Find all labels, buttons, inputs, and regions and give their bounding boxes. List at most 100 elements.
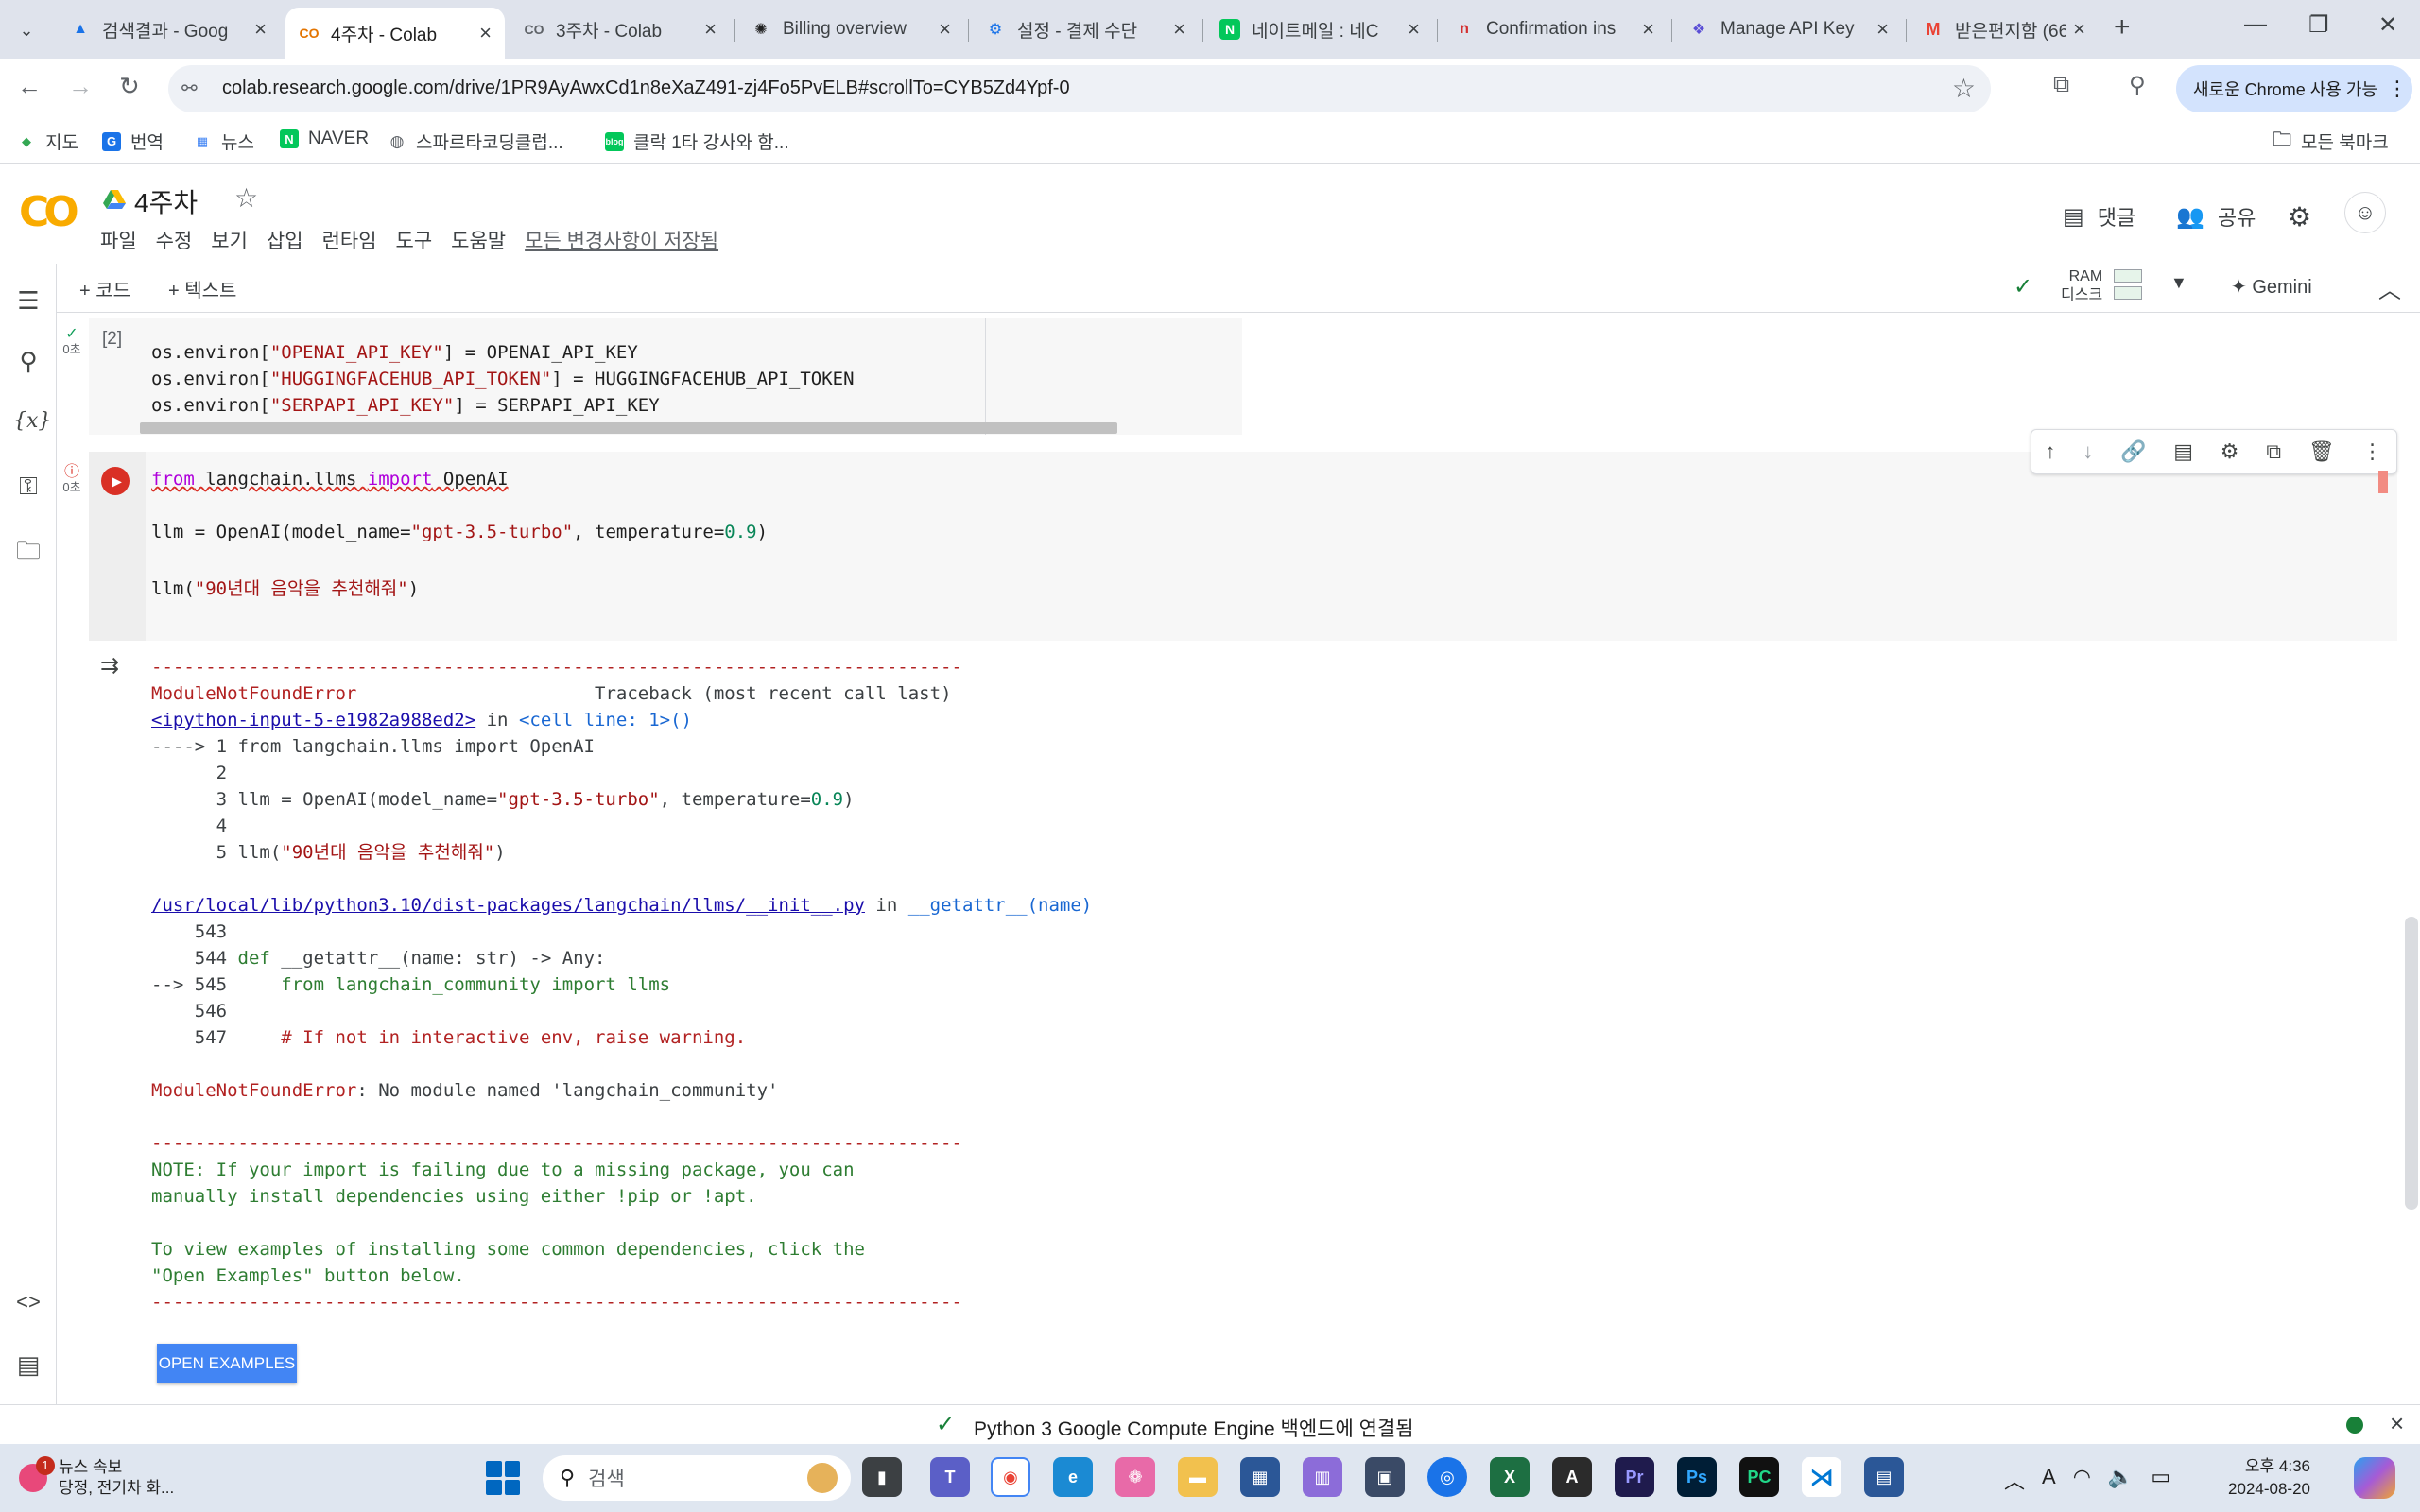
premiere-icon[interactable]: Pr [1615, 1457, 1654, 1497]
terminal-icon[interactable]: ▤ [13, 1350, 43, 1380]
battery-icon[interactable]: ▭ [2151, 1465, 2170, 1495]
app-window-icon[interactable]: ▣ [1365, 1457, 1405, 1497]
extensions-icon[interactable]: ⧉ [2053, 72, 2069, 98]
menu-tools[interactable]: 도구 [396, 226, 433, 254]
close-icon[interactable]: × [939, 17, 951, 42]
bookmark-sparta[interactable]: ◍ 스파르타코딩클럽... [388, 129, 563, 154]
close-icon[interactable]: × [479, 21, 492, 45]
cell-settings-icon[interactable]: ⚙ [2221, 439, 2239, 464]
notebook-title[interactable]: 4주차 [134, 182, 198, 220]
acrobat-icon[interactable]: A [1552, 1457, 1592, 1497]
close-icon[interactable]: × [2073, 17, 2085, 42]
menu-file[interactable]: 파일 [100, 226, 137, 254]
files-folder-icon[interactable]: 🗀 [13, 534, 43, 576]
menu-insert[interactable]: 삽입 [267, 226, 303, 254]
move-down-icon[interactable]: ↓ [2083, 439, 2093, 464]
comment-button[interactable]: ▤ 댓글 [2063, 201, 2135, 232]
browser-tab-confirmation[interactable]: n Confirmation ins × [1441, 8, 1668, 51]
colab-logo[interactable]: CO [19, 188, 79, 236]
bookmark-star-icon[interactable]: ☆ [1952, 73, 1976, 104]
store-icon[interactable]: ▦ [1240, 1457, 1280, 1497]
excel-icon[interactable]: X [1490, 1457, 1530, 1497]
windows-start-button[interactable] [486, 1461, 520, 1495]
copilot-icon[interactable] [2354, 1457, 2395, 1499]
saved-status-link[interactable]: 모든 변경사항이 저장됨 [525, 226, 718, 254]
star-icon[interactable]: ☆ [234, 182, 258, 214]
window-close-icon[interactable]: ✕ [2378, 11, 2397, 39]
reload-icon[interactable]: ↻ [119, 72, 140, 101]
ime-icon[interactable]: A [2042, 1465, 2056, 1495]
tab-search-button[interactable]: ⌄ [9, 13, 43, 47]
back-arrow-icon[interactable]: ← [17, 72, 42, 101]
bookmark-blog[interactable]: blog 클락 1타 강사와 함... [605, 129, 789, 154]
taskbar-search-box[interactable]: ⚲ 검색 [543, 1455, 851, 1501]
file-explorer-icon[interactable]: ▬ [1178, 1457, 1218, 1497]
link-icon[interactable]: 🔗 [2120, 439, 2146, 464]
taskbar-clock[interactable]: 오후 4:36 2024-08-20 [2212, 1455, 2310, 1501]
delete-icon[interactable]: 🗑 [2308, 439, 2335, 464]
search-icon[interactable]: ⚲ [13, 347, 43, 376]
runtime-status-text[interactable]: Python 3 Google Compute Engine 백엔드에 연결됨 [974, 1414, 1414, 1442]
app-pink-icon[interactable]: ❁ [1115, 1457, 1155, 1497]
close-icon[interactable]: × [1642, 17, 1654, 42]
chrome-icon[interactable]: ◉ [991, 1457, 1030, 1497]
site-info-icon[interactable]: ⚯ [182, 77, 198, 100]
run-cell-button[interactable]: ▶ [101, 467, 130, 495]
wifi-icon[interactable]: ◠ [2073, 1465, 2091, 1495]
volume-icon[interactable]: 🔈 [2108, 1465, 2134, 1495]
bookmark-translate[interactable]: G 번역 [102, 129, 164, 154]
minimize-icon[interactable]: — [2244, 11, 2267, 38]
url-text[interactable]: colab.research.google.com/drive/1PR9AyAw… [222, 77, 1070, 99]
cell1-horizontal-scrollbar[interactable] [140, 422, 1117, 434]
bookmark-news[interactable]: ▦ 뉴스 [193, 129, 254, 154]
browser-tab-3week[interactable]: CO 3주차 - Colab × [510, 8, 730, 51]
gemini-button[interactable]: ✦ Gemini [2231, 275, 2312, 299]
all-bookmarks[interactable]: 🗀 모든 북마크 [2273, 129, 2389, 154]
bookmark-maps[interactable]: ◆ 지도 [17, 129, 78, 154]
photoshop-icon[interactable]: Ps [1677, 1457, 1717, 1497]
page-scrollbar[interactable] [2405, 917, 2418, 1210]
mirror-cell-icon[interactable]: ⧉ [2266, 439, 2281, 464]
browser-tab-search[interactable]: ▲ 검색결과 - Goog × [57, 8, 280, 51]
omnibox[interactable]: ⚯ colab.research.google.com/drive/1PR9Ay… [168, 65, 1991, 112]
app-purple-icon[interactable]: ▥ [1303, 1457, 1342, 1497]
ram-disk-indicator[interactable]: RAM 디스크 [2061, 267, 2102, 305]
close-icon[interactable]: × [254, 17, 267, 42]
menu-edit[interactable]: 수정 [156, 226, 193, 254]
task-view-icon[interactable]: ▮ [862, 1457, 902, 1497]
menu-view[interactable]: 보기 [211, 226, 248, 254]
close-icon[interactable]: × [1408, 17, 1420, 42]
forward-arrow-icon[interactable]: → [68, 72, 93, 101]
open-examples-button[interactable]: OPEN EXAMPLES [157, 1344, 297, 1383]
output-toggle-icon[interactable]: ⇉ [100, 652, 119, 679]
browser-tab-billing[interactable]: ✺ Billing overview × [737, 8, 964, 51]
bookmark-naver[interactable]: N NAVER [280, 129, 369, 149]
add-text-button[interactable]: + 텍스트 [168, 275, 236, 302]
restore-icon[interactable]: ❐ [2308, 11, 2329, 39]
notepad-icon[interactable]: ▤ [1864, 1457, 1904, 1497]
chevron-up-icon[interactable]: ︿ [2004, 1465, 2025, 1495]
pycharm-icon[interactable]: PC [1739, 1457, 1779, 1497]
table-of-contents-icon[interactable]: ☰ [13, 286, 43, 316]
news-widget[interactable]: 1 뉴스 속보 당정, 전기차 화... [19, 1453, 174, 1503]
google-drive-icon[interactable] [102, 188, 127, 211]
browser-tab-api-key[interactable]: ❖ Manage API Key × [1675, 8, 1902, 51]
menu-runtime[interactable]: 런타임 [322, 226, 377, 254]
close-icon[interactable]: × [2390, 1409, 2404, 1438]
share-button[interactable]: 👥 공유 [2176, 201, 2256, 232]
secrets-key-icon[interactable]: ⚿ [13, 472, 43, 502]
settings-gear-icon[interactable]: ⚙ [2288, 201, 2311, 232]
move-up-icon[interactable]: ↑ [2045, 439, 2055, 464]
edge-icon[interactable]: e [1053, 1457, 1093, 1497]
close-icon[interactable]: × [1876, 17, 1889, 42]
variables-icon[interactable]: {x} [13, 409, 51, 433]
browser-tab-4week[interactable]: CO 4주차 - Colab × [285, 8, 505, 59]
ipython-input-link[interactable]: <ipython-input-5-e1982a988ed2> [151, 710, 475, 730]
code-snippets-icon[interactable]: <> [13, 1290, 43, 1314]
account-avatar[interactable]: ☺ [2344, 192, 2386, 233]
menu-help[interactable]: 도움말 [451, 226, 506, 254]
add-code-button[interactable]: + 코드 [79, 275, 130, 302]
app-circle-icon[interactable]: ◎ [1427, 1457, 1467, 1497]
browser-tab-settings[interactable]: ⚙ 설정 - 결제 수단 × [972, 8, 1199, 51]
close-icon[interactable]: × [1173, 17, 1185, 42]
